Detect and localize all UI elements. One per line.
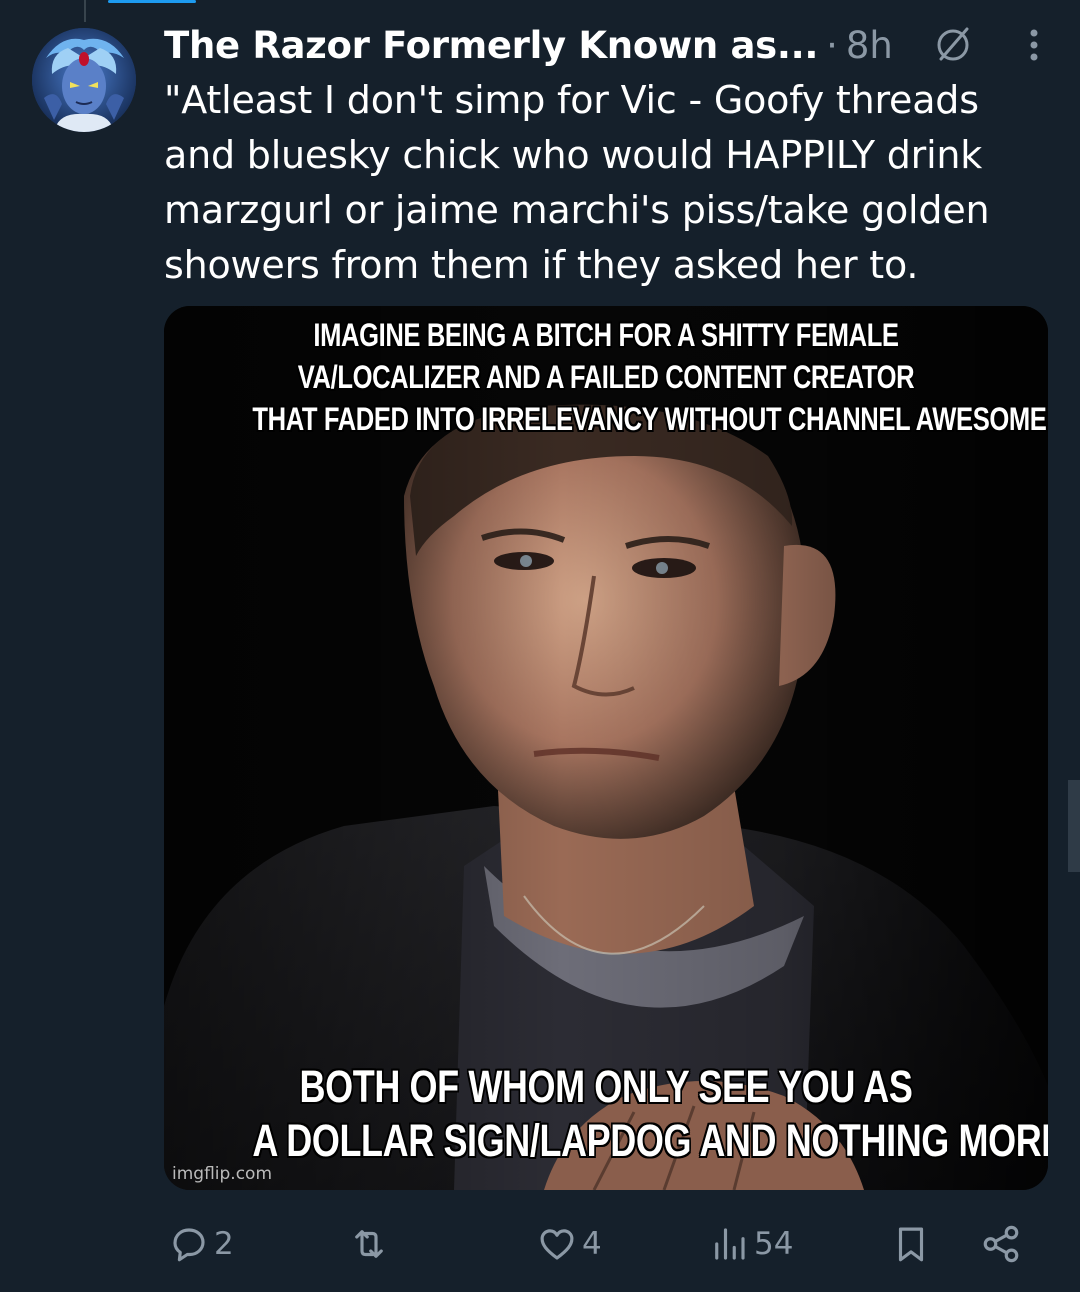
repost-icon — [355, 1230, 383, 1258]
views-icon — [715, 1228, 745, 1260]
more-options-icon[interactable] — [1022, 23, 1046, 67]
avatar-image — [32, 28, 136, 132]
meme-top-line: IMAGINE BEING A BITCH FOR A SHITTY FEMAL… — [313, 317, 899, 353]
bookmark-button[interactable] — [890, 1214, 932, 1274]
author-name[interactable]: The Razor Formerly Known as... — [164, 24, 818, 67]
meme-top-line: THAT FADED INTO IRRELEVANCY WITHOUT CHAN… — [252, 401, 1047, 437]
share-button[interactable] — [980, 1214, 1022, 1274]
meme-bottom-caption: BOTH OF WHOM ONLY SEE YOU AS A DOLLAR SI… — [252, 1060, 1048, 1168]
views-button[interactable]: 54 — [708, 1214, 793, 1274]
top-highlight-bar — [108, 0, 196, 3]
meme-top-line: VA/LOCALIZER AND A FAILED CONTENT CREATO… — [297, 359, 915, 395]
meme-image[interactable]: IMAGINE BEING A BITCH FOR A SHITTY FEMAL… — [164, 306, 1048, 1190]
like-button[interactable]: 4 — [536, 1214, 602, 1274]
repost-button[interactable] — [348, 1214, 394, 1274]
share-icon — [983, 1225, 1019, 1263]
meme-bottom-line: A DOLLAR SIGN/LAPDOG AND NOTHING MORE — [252, 1115, 1048, 1166]
post-header: The Razor Formerly Known as... · 8h — [164, 18, 1050, 72]
reply-count: 2 — [214, 1226, 234, 1262]
avatar[interactable] — [32, 28, 136, 132]
meme-top-caption: IMAGINE BEING A BITCH FOR A SHITTY FEMAL… — [252, 314, 1047, 440]
action-bar: 2 4 54 — [164, 1214, 1054, 1274]
scrollbar-thumb[interactable] — [1068, 780, 1080, 872]
like-count: 4 — [582, 1226, 602, 1262]
imgflip-watermark: imgflip.com — [172, 1164, 273, 1184]
grok-icon[interactable] — [931, 23, 975, 67]
heart-icon — [540, 1229, 574, 1260]
bookmark-icon — [898, 1227, 924, 1262]
thread-connector-line — [84, 0, 86, 22]
views-count: 54 — [754, 1226, 794, 1262]
reply-button[interactable]: 2 — [168, 1214, 234, 1274]
reply-icon — [173, 1228, 205, 1262]
post-text: "Atleast I don't simp for Vic - Goofy th… — [164, 78, 990, 287]
separator-dot: · — [826, 23, 838, 67]
meme-bottom-line: BOTH OF WHOM ONLY SEE YOU AS — [299, 1061, 913, 1112]
post-timestamp[interactable]: 8h — [846, 24, 893, 67]
